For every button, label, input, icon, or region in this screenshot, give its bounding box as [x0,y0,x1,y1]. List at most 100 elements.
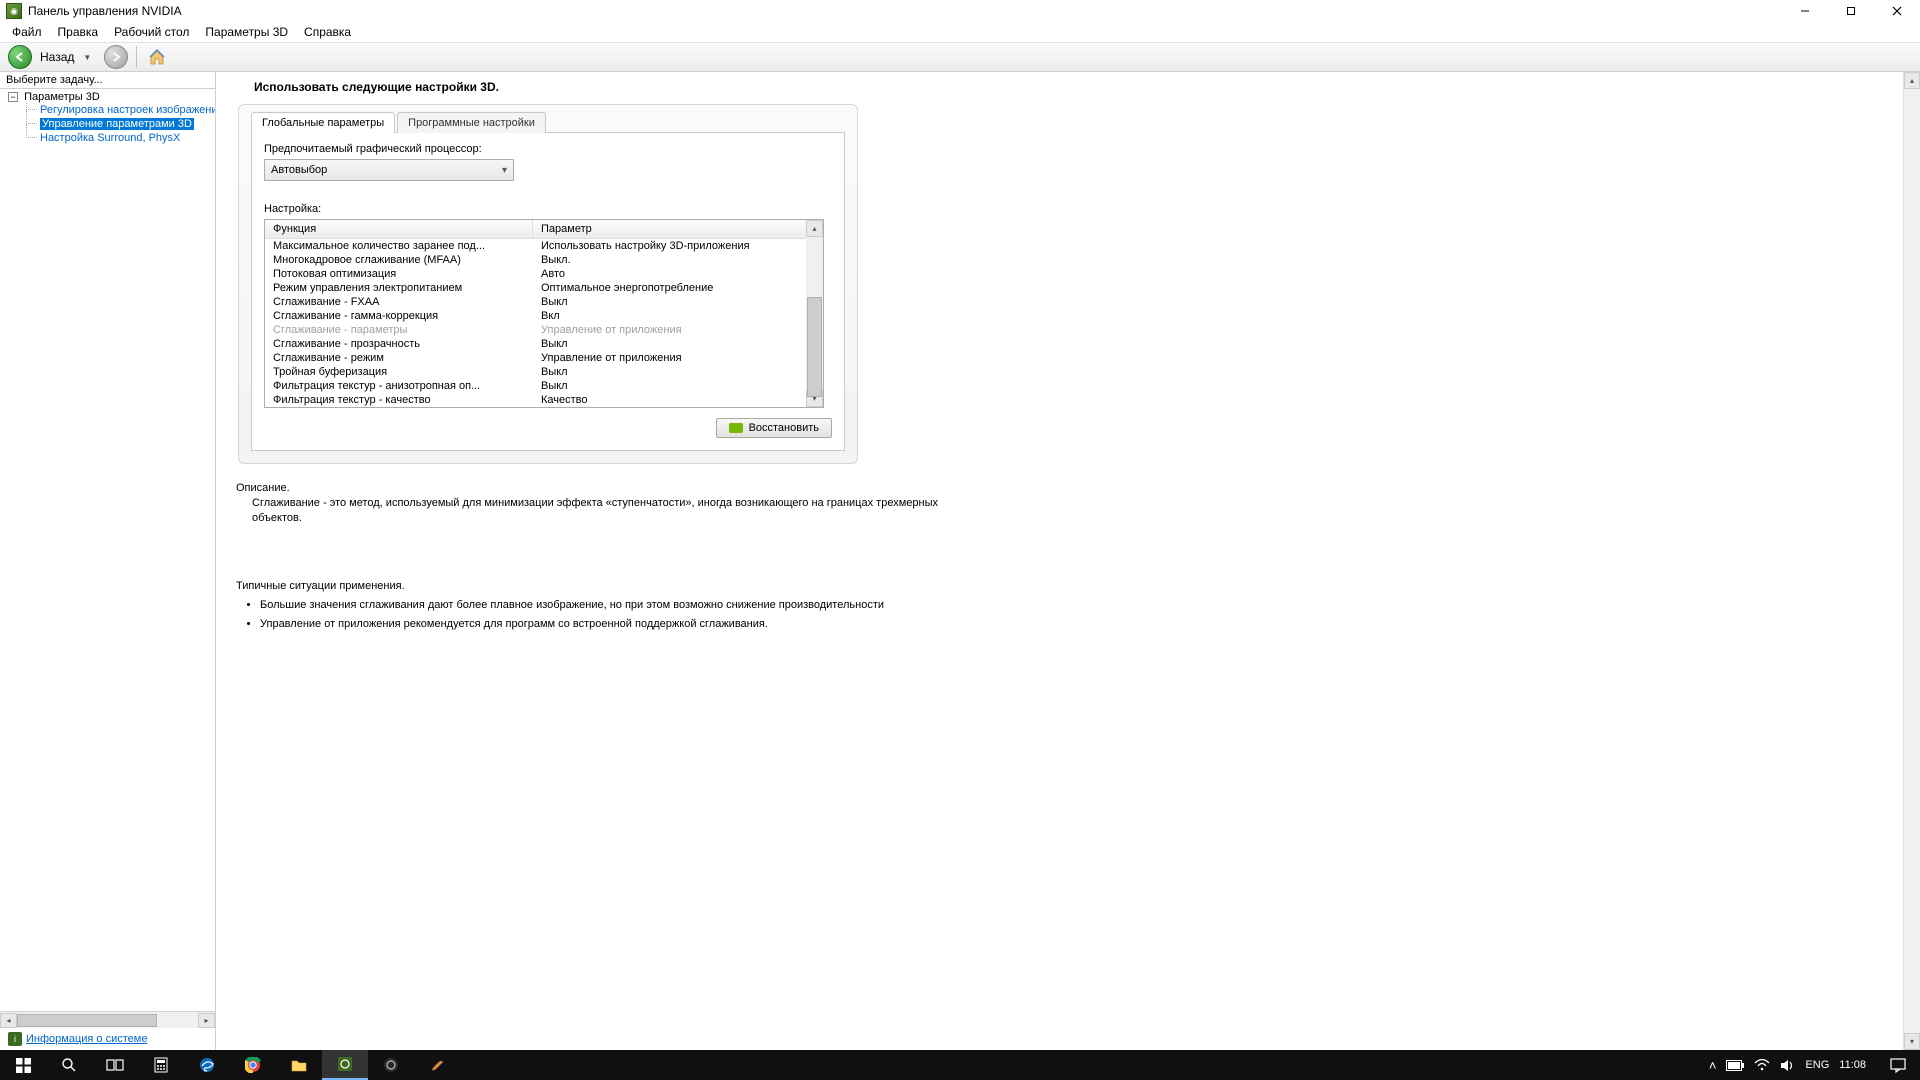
settings-rows: Максимальное количество заранее под...Ис… [265,239,823,407]
col-parameter[interactable]: Параметр [533,220,823,238]
windows-icon [16,1058,31,1073]
taskbar-app-edge[interactable] [184,1050,230,1080]
usage-item: Большие значения сглаживания дают более … [260,598,996,613]
settings-cell-parameter: Выкл [533,380,823,392]
forward-button[interactable] [104,45,128,69]
search-button[interactable] [46,1050,92,1080]
tree-toggle[interactable]: − [8,92,18,102]
usage-block: Типичные ситуации применения. Большие зн… [236,580,996,632]
content-scroll-track[interactable] [1904,89,1920,1033]
menu-params3d[interactable]: Параметры 3D [197,23,296,41]
settings-table: Функция Параметр Максимальное количество… [264,219,824,408]
start-button[interactable] [0,1050,46,1080]
taskbar-app-calc[interactable] [138,1050,184,1080]
col-function[interactable]: Функция [265,220,533,238]
settings-cell-parameter: Выкл [533,366,823,378]
settings-row[interactable]: Потоковая оптимизацияАвто [265,267,823,281]
tray-expand-icon[interactable]: ˄ [1709,1058,1717,1073]
settings-row[interactable]: Сглаживание - FXAAВыкл [265,295,823,309]
tree-root-label[interactable]: Параметры 3D [24,91,100,103]
nav-tree: − Параметры 3D Регулировка настроек изоб… [0,89,215,1011]
description-body: Сглаживание - это метод, используемый дл… [252,496,956,526]
settings-row[interactable]: Сглаживание - параметрыУправление от при… [265,323,823,337]
taskbar-app-chrome[interactable] [230,1050,276,1080]
taskbar-app-obs[interactable] [368,1050,414,1080]
taskbar-app-explorer[interactable] [276,1050,322,1080]
settings-cell-parameter: Выкл [533,296,823,308]
table-scroll-track[interactable] [806,237,823,390]
notifications-icon [1890,1058,1906,1073]
menu-file[interactable]: Файл [4,23,50,41]
tray-clock[interactable]: 11:08 [1839,1059,1866,1071]
folder-icon [291,1058,307,1072]
back-button[interactable] [8,45,32,69]
sidebar-footer: i Информация о системе [0,1028,215,1050]
settings-row[interactable]: Сглаживание - гамма-коррекцияВкл [265,309,823,323]
settings-row[interactable]: Фильтрация текстур - качествоКачество [265,393,823,407]
restore-button[interactable]: Восстановить [716,418,832,438]
restore-label: Восстановить [749,422,819,434]
tree-item-image-adjust[interactable]: Регулировка настроек изображения с п [26,103,215,117]
tray-language[interactable]: ENG [1805,1059,1829,1071]
menu-desktop[interactable]: Рабочий стол [106,23,197,41]
hscroll-right[interactable]: ▸ [198,1013,215,1028]
settings-row[interactable]: Режим управления электропитаниемОптималь… [265,281,823,295]
nvidia-panel-icon [337,1056,353,1072]
volume-icon[interactable] [1780,1059,1795,1072]
tree-item-surround-physx[interactable]: Настройка Surround, PhysX [26,131,215,145]
hscroll-left[interactable]: ◂ [0,1013,17,1028]
edge-icon [199,1057,215,1073]
settings-row[interactable]: Фильтрация текстур - анизотропная оп...В… [265,379,823,393]
sidebar-hscrollbar[interactable]: ◂ ▸ [0,1011,215,1028]
close-button[interactable] [1874,0,1920,22]
taskbar-app-nvidia[interactable] [322,1050,368,1080]
settings-cell-function: Режим управления электропитанием [265,282,533,294]
arrow-right-icon [110,51,122,63]
settings-cell-function: Сглаживание - прозрачность [265,338,533,350]
system-info-link[interactable]: Информация о системе [26,1033,147,1045]
table-scroll-thumb[interactable] [807,297,822,397]
hscroll-thumb[interactable] [17,1014,157,1027]
chrome-icon [245,1057,261,1073]
back-history-dropdown[interactable]: ▼ [80,53,94,62]
settings-cell-parameter: Вкл [533,310,823,322]
settings-cell-parameter: Оптимальное энергопотребление [533,282,823,294]
tab-global[interactable]: Глобальные параметры [251,112,395,133]
settings-row[interactable]: Максимальное количество заранее под...Ис… [265,239,823,253]
maximize-button[interactable] [1828,0,1874,22]
usage-item: Управление от приложения рекомендуется д… [260,617,996,632]
settings-cell-function: Сглаживание - FXAA [265,296,533,308]
search-icon [61,1057,77,1073]
tab-program[interactable]: Программные настройки [397,112,546,133]
settings-row[interactable]: Многокадровое сглаживание (MFAA)Выкл. [265,253,823,267]
content-scroll-up[interactable]: ▴ [1904,72,1920,89]
home-button[interactable] [145,45,169,69]
taskbar-app-paint[interactable] [414,1050,460,1080]
settings-cell-parameter: Использовать настройку 3D-приложения [533,240,823,252]
description-header: Описание. [236,482,956,494]
home-icon [148,48,166,66]
minimize-button[interactable] [1782,0,1828,22]
wifi-icon[interactable] [1754,1059,1770,1071]
table-scroll-up[interactable]: ▴ [806,220,823,237]
taskview-button[interactable] [92,1050,138,1080]
menu-help[interactable]: Справка [296,23,359,41]
gpu-combobox-value: Автовыбор [271,164,327,176]
hscroll-track[interactable] [17,1013,198,1028]
settings-cell-function: Сглаживание - режим [265,352,533,364]
content-vscrollbar[interactable]: ▴ ▾ [1903,72,1920,1050]
tree-item-manage-3d[interactable]: Управление параметрами 3D [26,117,215,131]
app-icon: ◉ [6,3,22,19]
gpu-combobox[interactable]: Автовыбор [264,159,514,181]
notifications-button[interactable] [1882,1050,1914,1080]
settings-row[interactable]: Тройная буферизацияВыкл [265,365,823,379]
section-heading: Использовать следующие настройки 3D. [254,80,1908,94]
settings-cell-parameter: Управление от приложения [533,352,823,364]
settings-row[interactable]: Сглаживание - режимУправление от приложе… [265,351,823,365]
table-vscrollbar[interactable]: ▴ ▾ [806,220,823,407]
battery-icon[interactable] [1726,1060,1744,1071]
content-scroll-down[interactable]: ▾ [1904,1033,1920,1050]
menu-edit[interactable]: Правка [50,23,107,41]
settings-panel: Глобальные параметры Программные настрой… [238,104,858,464]
settings-row[interactable]: Сглаживание - прозрачностьВыкл [265,337,823,351]
